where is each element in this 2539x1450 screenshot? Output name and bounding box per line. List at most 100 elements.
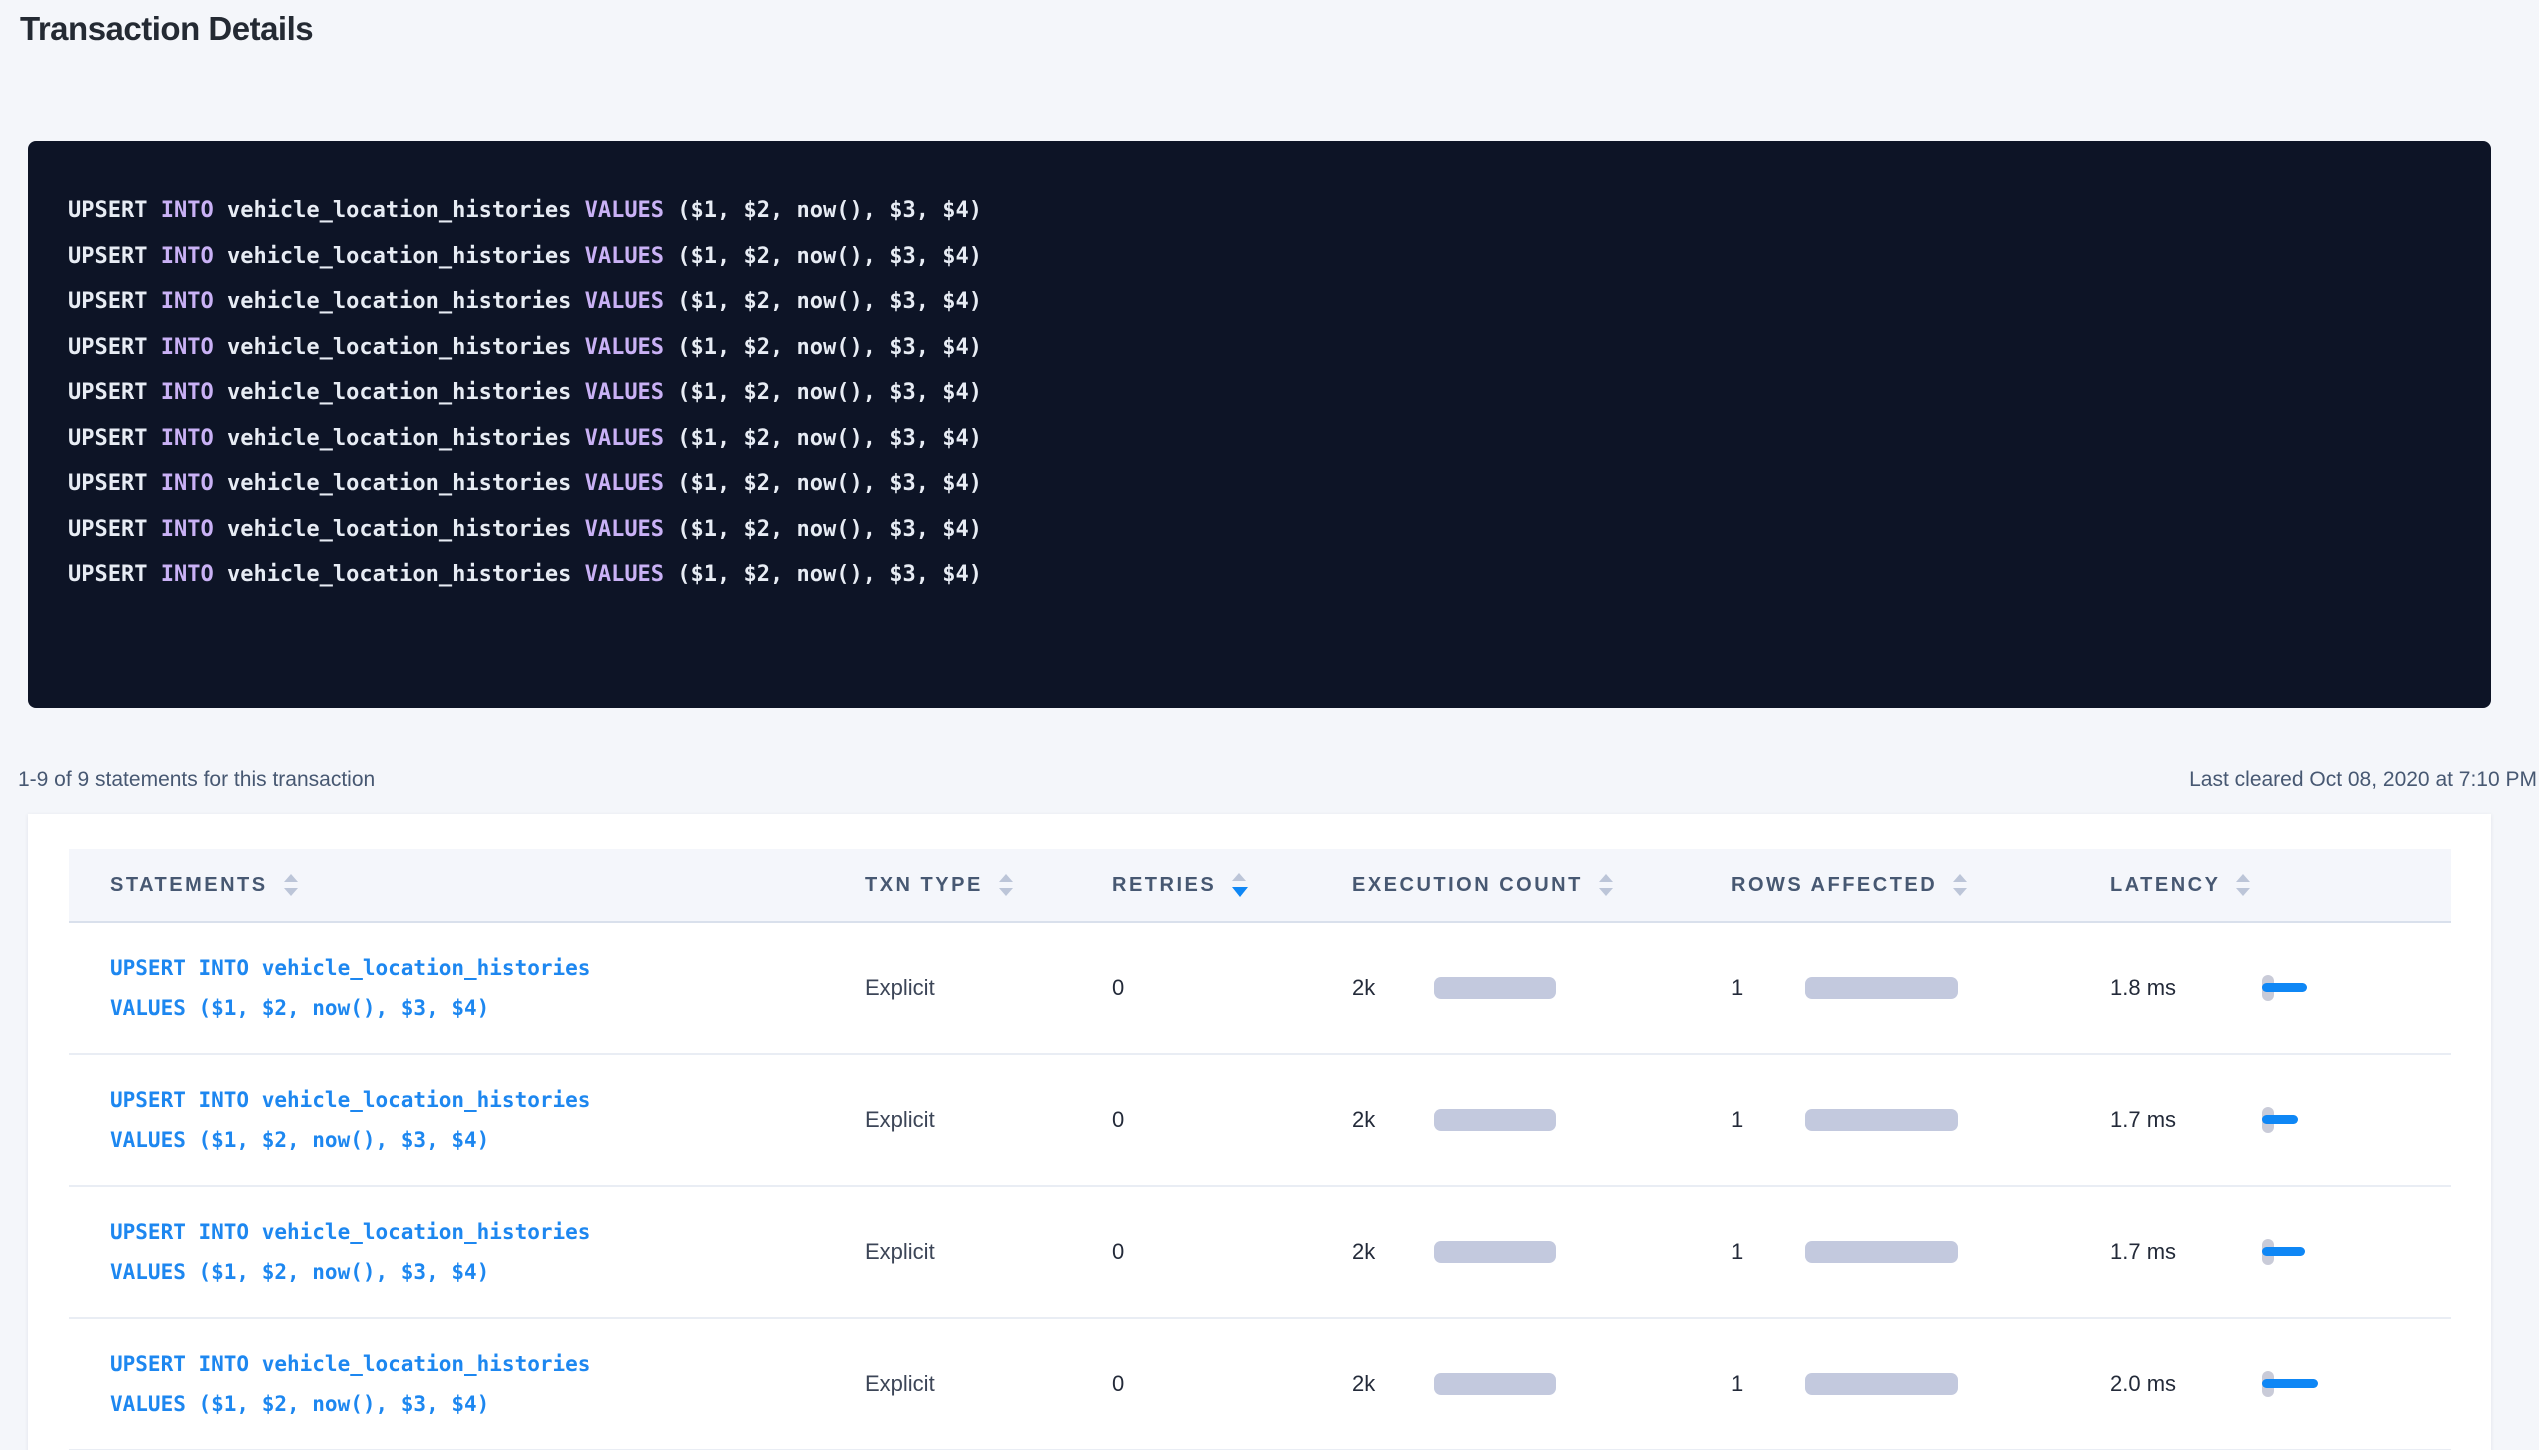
sql-plain-token: ($1, $2, now(), $3, $4): [677, 335, 982, 360]
sort-ascending-icon: [1599, 874, 1613, 882]
sql-keyword-token: INTO: [161, 244, 227, 269]
sql-keyword-token: VALUES: [585, 517, 678, 542]
table-row: UPSERT INTO vehicle_location_historiesVA…: [69, 1187, 2451, 1319]
sql-keyword-token: VALUES: [585, 244, 678, 269]
sql-plain-token: ($1, $2, now(), $3, $4): [677, 198, 982, 223]
rows-affected-bar: [1805, 977, 1958, 999]
sort-ascending-icon: [1953, 874, 1967, 882]
sort-descending-icon: [1232, 887, 1248, 897]
sql-plain-token: vehicle_location_histories: [227, 198, 585, 223]
sql-plain-token: vehicle_location_histories: [227, 289, 585, 314]
statement-link-line1: UPSERT INTO vehicle_location_histories: [110, 1212, 865, 1252]
column-header-statements[interactable]: STATEMENTS: [69, 874, 865, 897]
sql-keyword-token: INTO: [161, 562, 227, 587]
retries-cell: 0: [1112, 1371, 1352, 1397]
sql-plain-token: vehicle_location_histories: [227, 517, 585, 542]
latency-value: 1.7 ms: [2110, 1107, 2262, 1133]
sql-plain-token: vehicle_location_histories: [227, 380, 585, 405]
txn-type-value: Explicit: [865, 1371, 935, 1396]
rows-affected-value: 1: [1731, 1107, 1805, 1133]
execution-count-bar: [1434, 1241, 1556, 1263]
statement-cell: UPSERT INTO vehicle_location_historiesVA…: [69, 948, 865, 1028]
sql-plain-token: UPSERT: [68, 426, 161, 451]
sql-plain-token: vehicle_location_histories: [227, 426, 585, 451]
table-row: UPSERT INTO vehicle_location_historiesVA…: [69, 1319, 2451, 1450]
column-header-txn-type[interactable]: TXN TYPE: [865, 874, 1112, 897]
sql-plain-token: UPSERT: [68, 471, 161, 496]
sql-keyword-token: VALUES: [585, 289, 678, 314]
sql-keyword-token: VALUES: [585, 562, 678, 587]
statements-summary-bar: 1-9 of 9 statements for this transaction…: [0, 768, 2539, 792]
retries-cell: 0: [1112, 1107, 1352, 1133]
execution-count-bar: [1434, 1373, 1556, 1395]
execution-count-value: 2k: [1352, 975, 1434, 1001]
sql-keyword-token: INTO: [161, 471, 227, 496]
latency-value: 1.7 ms: [2110, 1239, 2262, 1265]
sort-descending-icon: [284, 888, 298, 896]
sql-statement-line: UPSERT INTO vehicle_location_histories V…: [68, 370, 2461, 416]
sql-keyword-token: VALUES: [585, 426, 678, 451]
sort-arrows-icon: [999, 874, 1013, 896]
retries-cell: 0: [1112, 1239, 1352, 1265]
column-header-execution-count[interactable]: EXECUTION COUNT: [1352, 874, 1731, 897]
sql-plain-token: ($1, $2, now(), $3, $4): [677, 244, 982, 269]
statement-link[interactable]: UPSERT INTO vehicle_location_historiesVA…: [110, 1344, 865, 1424]
column-header-rows-affected[interactable]: ROWS AFFECTED: [1731, 874, 2110, 897]
retries-cell: 0: [1112, 975, 1352, 1001]
txn-type-cell: Explicit: [865, 975, 1112, 1001]
column-header-retries[interactable]: RETRIES: [1112, 873, 1352, 897]
sql-keyword-token: INTO: [161, 380, 227, 405]
sql-plain-token: UPSERT: [68, 335, 161, 360]
sql-plain-token: UPSERT: [68, 244, 161, 269]
table-row: UPSERT INTO vehicle_location_historiesVA…: [69, 1055, 2451, 1187]
column-header-latency[interactable]: LATENCY: [2110, 874, 2451, 897]
latency-bar-chart: [2262, 1107, 2332, 1133]
txn-type-value: Explicit: [865, 975, 935, 1000]
latency-bar: [2262, 1247, 2305, 1256]
latency-value: 2.0 ms: [2110, 1371, 2262, 1397]
statement-link[interactable]: UPSERT INTO vehicle_location_historiesVA…: [110, 1080, 865, 1160]
statement-link[interactable]: UPSERT INTO vehicle_location_historiesVA…: [110, 1212, 865, 1292]
retries-value: 0: [1112, 975, 1124, 1000]
sql-statement-line: UPSERT INTO vehicle_location_histories V…: [68, 416, 2461, 462]
statement-link-line2: VALUES ($1, $2, now(), $3, $4): [110, 1120, 865, 1160]
statement-cell: UPSERT INTO vehicle_location_historiesVA…: [69, 1344, 865, 1424]
txn-type-cell: Explicit: [865, 1239, 1112, 1265]
sql-statement-line: UPSERT INTO vehicle_location_histories V…: [68, 552, 2461, 598]
sql-statement-line: UPSERT INTO vehicle_location_histories V…: [68, 279, 2461, 325]
sql-keyword-token: INTO: [161, 335, 227, 360]
sql-plain-token: ($1, $2, now(), $3, $4): [677, 517, 982, 542]
latency-bar: [2262, 1379, 2318, 1388]
rows-affected-bar: [1805, 1241, 1958, 1263]
sql-keyword-token: VALUES: [585, 380, 678, 405]
sort-ascending-icon: [2236, 874, 2250, 882]
statement-link[interactable]: UPSERT INTO vehicle_location_historiesVA…: [110, 948, 865, 1028]
column-header-label: STATEMENTS: [110, 874, 268, 897]
sql-keyword-token: INTO: [161, 517, 227, 542]
latency-bar-chart: [2262, 975, 2332, 1001]
txn-type-value: Explicit: [865, 1239, 935, 1264]
rows-affected-cell: 1: [1731, 1239, 2110, 1265]
statements-table-header-row: STATEMENTS TXN TYPERETRIESEXECUTION COUNT…: [69, 849, 2451, 923]
txn-type-value: Explicit: [865, 1107, 935, 1132]
latency-bar-chart: [2262, 1371, 2332, 1397]
latency-bar: [2262, 983, 2307, 992]
txn-type-cell: Explicit: [865, 1371, 1112, 1397]
sql-plain-token: ($1, $2, now(), $3, $4): [677, 471, 982, 496]
sql-plain-token: UPSERT: [68, 198, 161, 223]
statement-link-line1: UPSERT INTO vehicle_location_histories: [110, 1080, 865, 1120]
sort-descending-icon: [1599, 888, 1613, 896]
sort-arrows-icon: [1599, 874, 1613, 896]
sort-descending-icon: [2236, 888, 2250, 896]
sort-descending-icon: [1953, 888, 1967, 896]
sort-ascending-icon: [999, 874, 1013, 882]
txn-type-cell: Explicit: [865, 1107, 1112, 1133]
sql-plain-token: vehicle_location_histories: [227, 471, 585, 496]
statements-range-text: 1-9 of 9 statements for this transaction: [18, 768, 375, 792]
execution-count-bar: [1434, 977, 1556, 999]
transaction-sql-code-block: UPSERT INTO vehicle_location_histories V…: [28, 141, 2491, 708]
latency-value: 1.8 ms: [2110, 975, 2262, 1001]
rows-affected-value: 1: [1731, 1371, 1805, 1397]
sort-ascending-icon: [284, 874, 298, 882]
sql-keyword-token: VALUES: [585, 198, 678, 223]
